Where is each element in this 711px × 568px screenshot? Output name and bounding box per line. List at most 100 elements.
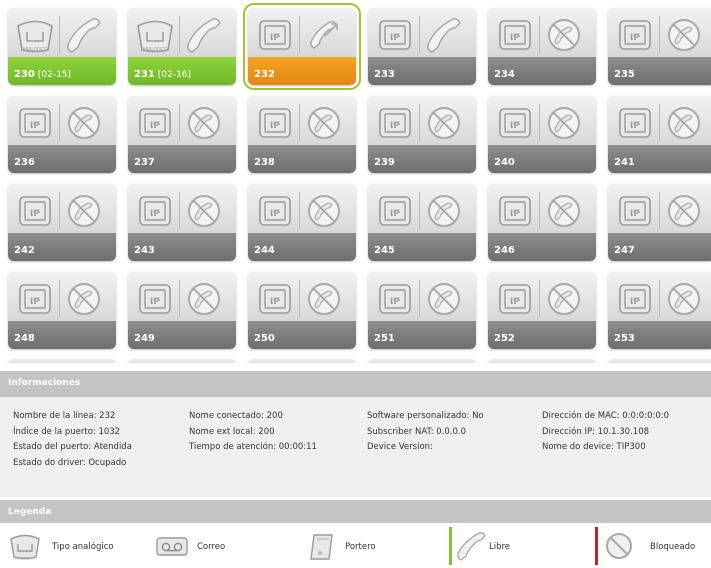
extension-tile-249[interactable]: IP 249 (128, 272, 236, 349)
blocked-icon (544, 280, 584, 318)
blocked-icon (424, 192, 464, 230)
extension-number: 247 (614, 245, 635, 256)
icon-divider (419, 104, 420, 142)
info-column-1: Nombre de la línea: 232 Índice de la pue… (13, 411, 132, 473)
extension-tile-251[interactable]: IP 251 (368, 272, 476, 349)
info-port-index: Índice de la puerto: 1032 (13, 426, 121, 437)
extension-tile-238[interactable]: IP 238 (248, 96, 356, 173)
extension-number-main: 236 (14, 157, 35, 168)
ip-phone-icon: IP (375, 192, 415, 230)
legend-label-blocked: Bloqueado (650, 542, 696, 552)
extension-tile-245[interactable]: IP 245 (368, 184, 476, 261)
svg-text:IP: IP (270, 297, 280, 307)
extension-tile-235[interactable]: IP 235 (608, 8, 711, 85)
info-answer-time: Tiempo de atención: 00:00:11 (189, 442, 317, 452)
extension-tile-250[interactable]: IP 250 (248, 272, 356, 349)
extension-tile-236[interactable]: IP 236 (8, 96, 116, 173)
extension-tile-partial[interactable] (8, 359, 116, 363)
svg-text:IP: IP (150, 297, 160, 307)
extension-tile-231[interactable]: ANALOGICO 231 [02-16] (128, 8, 236, 85)
extension-tile-252[interactable]: IP 252 (488, 272, 596, 349)
ip-phone-icon: IP (255, 104, 295, 142)
ip-phone-icon: IP (255, 16, 295, 54)
blocked-icon (184, 192, 224, 230)
extension-number-main: 233 (374, 69, 395, 80)
extension-number-main: 250 (254, 333, 275, 344)
extension-tile-237[interactable]: IP 237 (128, 96, 236, 173)
analog-phone-icon: ANALOGICO (15, 16, 55, 54)
extension-number: 244 (254, 245, 275, 256)
extension-tile-partial[interactable] (248, 359, 356, 363)
legend-label-analog: Tipo analógico (52, 542, 114, 552)
info-mac-address: Dirección de MAC: 0:0:0:0:0:0 (542, 411, 670, 421)
extension-number-main: 239 (374, 157, 395, 168)
blocked-icon (304, 104, 344, 142)
extension-tile-248[interactable]: IP 248 (8, 272, 116, 349)
svg-text:IP: IP (630, 121, 640, 131)
info-header: Informaciones (0, 371, 711, 397)
info-driver-status: Estado do driver: Ocupado (13, 457, 127, 468)
extension-number: 248 (14, 333, 35, 344)
extension-tile-234[interactable]: IP 234 (488, 8, 596, 85)
extension-tile-230[interactable]: ANALOGICO 230 [02-15] (8, 8, 116, 85)
icon-divider (179, 104, 180, 142)
extension-number: 242 (14, 245, 35, 256)
icon-divider (299, 280, 300, 318)
extension-number: 249 (134, 333, 155, 344)
legend-header: Legenda (0, 500, 711, 523)
extension-number: 231 [02-16] (134, 69, 191, 80)
blocked-icon (664, 16, 704, 54)
extension-tile-242[interactable]: IP 242 (8, 184, 116, 261)
info-column-4: Dirección de MAC: 0:0:0:0:0:0 Dirección … (542, 411, 669, 458)
ip-phone-icon: IP (495, 16, 535, 54)
extension-tile-partial[interactable] (368, 359, 476, 363)
info-title: Informaciones (8, 378, 81, 388)
handset-icon (64, 16, 104, 54)
extension-tile-243[interactable]: IP 243 (128, 184, 236, 261)
icon-divider (299, 192, 300, 230)
extension-grid: ANALOGICO 230 [02-15] ANALOGICO 231 [02-16] IP… (0, 0, 711, 363)
svg-text:IP: IP (630, 209, 640, 219)
ip-phone-icon: IP (615, 192, 655, 230)
extension-tile-partial[interactable] (488, 359, 596, 363)
extension-tile-partial[interactable] (608, 359, 711, 363)
extension-tile-232[interactable]: IP 232 (243, 3, 361, 90)
icon-divider (299, 16, 300, 54)
blocked-icon (304, 280, 344, 318)
icon-divider (59, 16, 60, 54)
svg-text:IP: IP (270, 209, 280, 219)
extension-tile-239[interactable]: IP 239 (368, 96, 476, 173)
legend-title: Legenda (8, 507, 52, 517)
legend-label-doorphone: Portero (345, 542, 376, 552)
svg-text:IP: IP (390, 121, 400, 131)
info-ip-address: Dirección IP: 10.1.30.108 (542, 426, 650, 437)
free-indicator-line (449, 527, 452, 565)
extension-tile-247[interactable]: IP 247 (608, 184, 711, 261)
handset-icon (424, 16, 464, 54)
extension-tile-240[interactable]: IP 240 (488, 96, 596, 173)
extension-tile-244[interactable]: IP 244 (248, 184, 356, 261)
ip-phone-icon: IP (135, 192, 175, 230)
extension-tile-233[interactable]: IP 233 (368, 8, 476, 85)
extension-tile-partial[interactable] (128, 359, 236, 363)
extension-number: 250 (254, 333, 275, 344)
ip-phone-icon: IP (15, 104, 55, 142)
svg-text:IP: IP (630, 297, 640, 307)
blocked-indicator-line (595, 527, 598, 565)
ip-phone-icon: IP (15, 192, 55, 230)
blocked-icon (424, 280, 464, 318)
extension-tile-241[interactable]: IP 241 (608, 96, 711, 173)
icon-divider (539, 16, 540, 54)
info-panel: Nombre de la línea: 232 Índice de la pue… (0, 397, 711, 497)
extension-number-main: 248 (14, 333, 35, 344)
extension-number-main: 234 (494, 69, 515, 80)
extension-number: 240 (494, 157, 515, 168)
legend-item-mail: Correo (155, 531, 295, 561)
svg-text:ANALOGICO: ANALOGICO (22, 47, 48, 52)
ip-phone-icon: IP (255, 192, 295, 230)
svg-text:IP: IP (30, 209, 40, 219)
icon-divider (59, 192, 60, 230)
extension-tile-253[interactable]: IP 253 (608, 272, 711, 349)
extension-tile-246[interactable]: IP 246 (488, 184, 596, 261)
icon-divider (539, 104, 540, 142)
